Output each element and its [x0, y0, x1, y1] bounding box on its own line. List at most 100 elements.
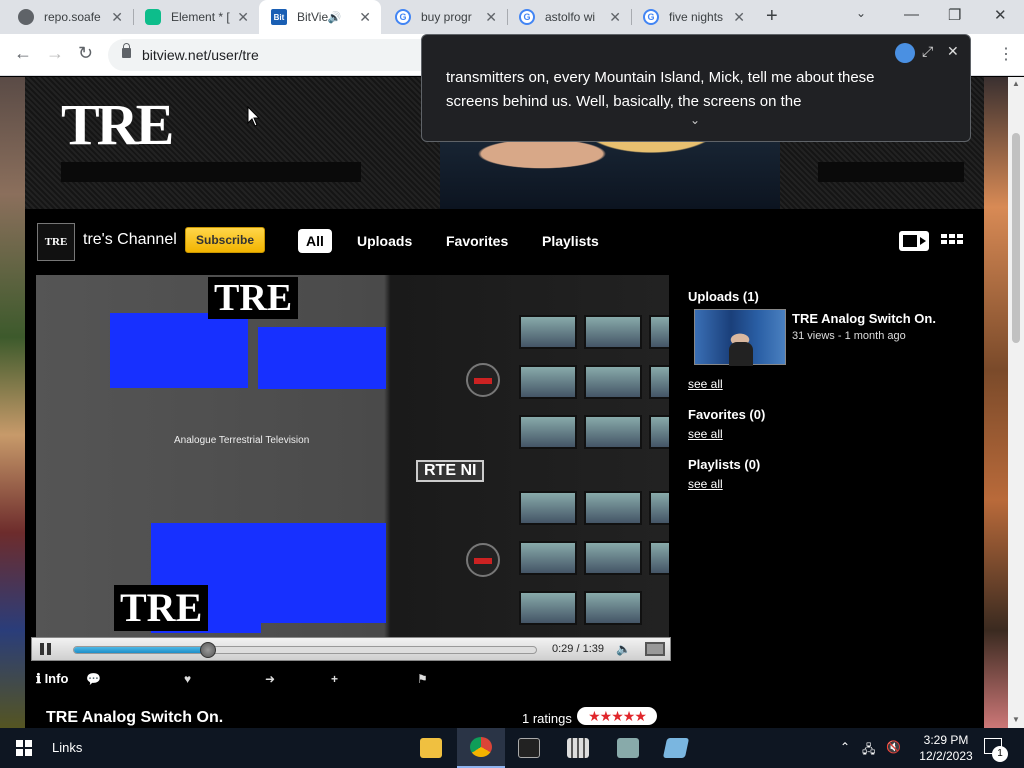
expand-icon[interactable]: ⤢: [922, 43, 933, 60]
add-icon[interactable]: +: [331, 672, 338, 686]
time-display: 0:29 / 1:39: [552, 643, 604, 655]
studio-wall-text: Analogue Terrestrial Television: [174, 435, 310, 446]
browser-tab-6[interactable]: G five nights ✕: [631, 0, 755, 34]
video-logo-top: TRE: [208, 277, 299, 319]
video-player[interactable]: Analogue Terrestrial Television TRE TRE …: [36, 275, 669, 637]
upload-title[interactable]: TRE Analog Switch On.: [792, 311, 936, 326]
monitor: [649, 541, 669, 575]
tab-strip: repo.soafe ✕ Element * [ ✕ Bit BitVie 🔊 …: [0, 0, 1024, 34]
fullscreen-icon[interactable]: [645, 642, 665, 656]
close-icon[interactable]: ✕: [733, 9, 745, 26]
volume-icon[interactable]: 🔈: [616, 642, 631, 656]
close-icon[interactable]: ✕: [111, 9, 123, 26]
forward-icon[interactable]: →: [46, 43, 64, 64]
monitor: [519, 415, 577, 449]
close-icon[interactable]: ✕: [609, 9, 621, 26]
network-icon[interactable]: 🖧: [862, 740, 875, 761]
close-icon[interactable]: ✕: [485, 9, 497, 26]
browser-tab-5[interactable]: G astolfo wi ✕: [507, 0, 631, 34]
uploads-heading[interactable]: Uploads (1): [688, 289, 759, 304]
close-icon[interactable]: ✕: [237, 9, 249, 26]
page-scrollbar[interactable]: ▲ ▼: [1008, 77, 1024, 728]
restore-icon[interactable]: ❐: [948, 6, 961, 24]
calculator-icon[interactable]: [554, 728, 602, 768]
ball-icon: [18, 9, 34, 25]
tab-favorites[interactable]: Favorites: [438, 229, 516, 253]
share-icon[interactable]: ➜: [265, 672, 275, 686]
rating-stars[interactable]: ★★★★★: [577, 707, 657, 725]
browser-tab-1[interactable]: repo.soafe ✕: [0, 0, 133, 34]
monitor: [584, 365, 642, 399]
tab-uploads[interactable]: Uploads: [349, 229, 420, 253]
playlists-heading[interactable]: Playlists (0): [688, 457, 760, 472]
heart-icon[interactable]: ♥: [184, 672, 191, 686]
banner-bar-right: [818, 162, 964, 182]
flag-icon[interactable]: ⚑: [417, 672, 428, 686]
tray-expand-icon[interactable]: ⌃: [840, 740, 850, 754]
see-all-playlists[interactable]: see all: [688, 477, 723, 491]
element-icon: [145, 9, 161, 25]
caption-close-icon[interactable]: ✕: [947, 43, 959, 60]
back-icon[interactable]: ←: [14, 43, 32, 64]
clock-date: 12/2/2023: [919, 749, 973, 763]
lock-icon: [122, 43, 131, 58]
caption-text: transmitters on, every Mountain Island, …: [446, 69, 875, 110]
browser-tab-4[interactable]: G buy progr ✕: [381, 0, 507, 34]
avatar[interactable]: TRE: [37, 223, 75, 261]
menu-icon[interactable]: ⋮: [998, 44, 1014, 64]
info-button[interactable]: ℹ Info: [36, 671, 68, 687]
see-all-favorites[interactable]: see all: [688, 427, 723, 441]
taskbar: Links ⌃ 🖧 🔇 3:29 PM 12/2/2023 1: [0, 728, 1024, 768]
window-close-icon[interactable]: ✕: [994, 6, 1007, 24]
monitor: [519, 591, 577, 625]
clock-time: 3:29 PM: [923, 733, 969, 747]
speaker-icon[interactable]: 🔊: [328, 11, 342, 24]
pause-icon[interactable]: [40, 643, 52, 655]
monitor: [649, 365, 669, 399]
web-page: TRE TRE tre's Channel Subscribe All Uplo…: [0, 77, 1008, 728]
monitor: [519, 491, 577, 525]
notes-app-icon[interactable]: [652, 728, 700, 768]
browser-tab-2[interactable]: Element * [ ✕: [133, 0, 259, 34]
see-all-uploads[interactable]: see all: [688, 377, 723, 391]
minimize-icon[interactable]: —: [904, 6, 919, 23]
network-app-icon[interactable]: [604, 728, 652, 768]
seek-handle[interactable]: [199, 642, 216, 658]
file-explorer-icon[interactable]: [407, 728, 455, 768]
new-tab-icon[interactable]: +: [766, 5, 778, 28]
channel-name[interactable]: tre's Channel: [83, 231, 177, 249]
tab-label: repo.soafe: [44, 10, 101, 24]
subscribe-button[interactable]: Subscribe: [185, 227, 265, 253]
seek-bar[interactable]: [73, 642, 537, 658]
monitor: [584, 491, 642, 525]
reload-icon[interactable]: ↻: [78, 43, 93, 64]
chevron-down-icon[interactable]: ⌄: [690, 113, 700, 127]
chrome-icon[interactable]: [457, 728, 505, 768]
video-thumbnail[interactable]: [694, 309, 786, 366]
tab-all[interactable]: All: [298, 229, 332, 253]
volume-muted-icon[interactable]: 🔇: [886, 740, 901, 754]
scrollbar-thumb[interactable]: [1012, 133, 1020, 343]
bitview-icon: Bit: [271, 9, 287, 25]
browser-tab-3[interactable]: Bit BitVie 🔊 ✕: [259, 0, 381, 34]
close-icon[interactable]: ✕: [359, 9, 371, 26]
grid-view-icon[interactable]: [941, 231, 963, 251]
tab-search-icon[interactable]: ⌄: [856, 6, 866, 20]
links-toolbar[interactable]: Links: [52, 740, 82, 755]
terminal-icon[interactable]: [505, 728, 553, 768]
blue-screen: [256, 523, 386, 623]
monitor-wall: [424, 315, 669, 635]
player-view-icon[interactable]: [899, 231, 929, 251]
windows-start-icon[interactable]: [16, 740, 32, 756]
tab-playlists[interactable]: Playlists: [534, 229, 607, 253]
monitor: [584, 315, 642, 349]
info-icon: ℹ: [36, 671, 45, 686]
pin-icon[interactable]: [895, 43, 915, 63]
scroll-down-icon[interactable]: ▼: [1012, 715, 1020, 724]
scroll-up-icon[interactable]: ▲: [1012, 79, 1020, 88]
comment-icon[interactable]: 💬: [86, 672, 101, 686]
taskbar-clock[interactable]: 3:29 PM 12/2/2023: [914, 732, 978, 764]
favorites-heading[interactable]: Favorites (0): [688, 407, 765, 422]
live-caption-bubble: ⤢ ✕ transmitters on, every Mountain Isla…: [421, 34, 971, 142]
monitor: [584, 591, 642, 625]
